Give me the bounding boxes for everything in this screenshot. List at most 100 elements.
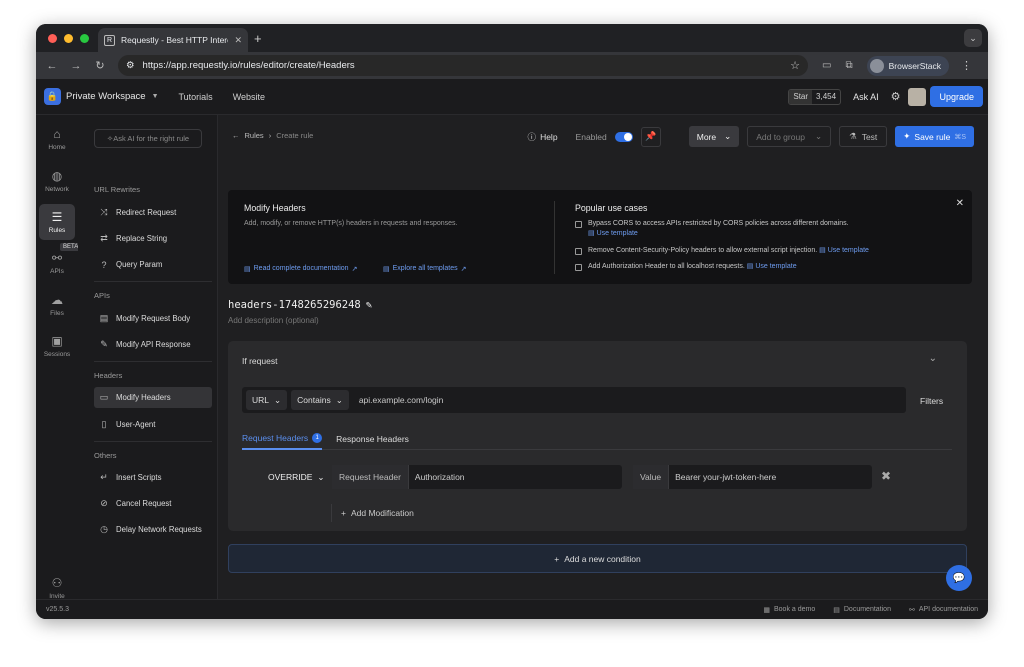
sidebar-item-query-param[interactable]: ? Query Param <box>94 254 212 275</box>
settings-gear-icon[interactable]: ⚙ <box>891 90 901 103</box>
app-footer: v25.5.3 ▦ Book a demo ▤ Documentation ⚯ API… <box>36 599 988 619</box>
breadcrumb-separator-icon: › <box>268 131 272 140</box>
upgrade-button[interactable]: Upgrade <box>930 86 983 107</box>
close-window-button[interactable] <box>48 34 57 43</box>
operator-select[interactable]: Contains ⌄ <box>291 390 349 410</box>
read-documentation-link[interactable]: ▤ Read complete documentation ↗ <box>244 265 357 273</box>
rail-item-rules[interactable]: ☰ Rules <box>39 204 75 240</box>
rail-item-files[interactable]: ☁ Files <box>39 287 75 323</box>
edit-pencil-icon[interactable]: ✎ <box>366 299 372 311</box>
documentation-link[interactable]: ▤ Documentation <box>833 606 891 614</box>
back-arrow-icon[interactable]: ← <box>232 131 240 140</box>
rail-item-home[interactable]: ⌂ Home <box>39 121 75 157</box>
tab-request-headers[interactable]: Request Headers 1 <box>242 427 323 450</box>
browser-tab[interactable]: R Requestly - Best HTTP Interc ✕ <box>98 28 248 52</box>
maximize-window-button[interactable] <box>80 34 89 43</box>
pin-icon[interactable]: 📌 <box>640 126 661 147</box>
rail-item-network[interactable]: ◍ Network <box>39 163 75 199</box>
sidebar-item-label: Cancel Request <box>116 499 172 508</box>
collapse-chevron-icon[interactable]: ⌄ <box>929 353 937 364</box>
close-tab-icon[interactable]: ✕ <box>234 35 242 46</box>
plus-icon: + <box>554 553 560 564</box>
action-value: OVERRIDE <box>268 472 313 482</box>
use-template-link[interactable]: ▤ Use template <box>588 230 638 237</box>
sidebar-item-redirect-request[interactable]: ⤨ Redirect Request <box>94 202 212 223</box>
source-value-input[interactable]: api.example.com/login <box>359 395 444 405</box>
source-type-select[interactable]: URL ⌄ <box>246 390 288 410</box>
help-label: Help <box>540 131 558 142</box>
book-demo-link[interactable]: ▦ Book a demo <box>763 606 815 614</box>
rule-description-input[interactable]: Add description (optional) <box>228 316 319 325</box>
cast-icon[interactable]: ▭ <box>822 60 831 71</box>
browser-menu-icon[interactable]: ⋮ <box>961 59 972 72</box>
sidebar-item-modify-api-response[interactable]: ✎ Modify API Response <box>94 334 212 355</box>
github-star-button[interactable]: Star 3,454 <box>788 88 842 105</box>
tab-response-headers[interactable]: Response Headers <box>336 427 409 450</box>
banner-description: Add, modify, or remove HTTP(s) headers i… <box>244 220 458 227</box>
test-button[interactable]: ⚗ Test <box>839 126 888 147</box>
sidebar-item-modify-request-body[interactable]: ▤ Modify Request Body <box>94 308 212 329</box>
more-button[interactable]: More ⌄ <box>688 126 740 147</box>
rule-name[interactable]: headers-1748265296248 ✎ <box>228 299 372 311</box>
breadcrumb-rules[interactable]: Rules <box>245 131 264 140</box>
profile-button[interactable]: BrowserStack <box>866 55 950 76</box>
header-modification-row: OVERRIDE ⌄ Request Header Authorization V… <box>228 465 967 491</box>
sidebar-item-cancel-request[interactable]: ⊘ Cancel Request <box>94 493 212 514</box>
back-icon[interactable]: ← <box>40 60 64 72</box>
forward-icon[interactable]: → <box>64 60 88 72</box>
site-settings-icon[interactable]: ⚙ <box>126 60 135 71</box>
tutorials-link[interactable]: Tutorials <box>179 92 213 102</box>
source-type-value: URL <box>252 395 270 405</box>
workspace-selector[interactable]: Private Workspace <box>66 91 146 102</box>
ask-ai-rule-search[interactable]: ✧ Ask AI for the right rule <box>94 129 202 148</box>
tab-search-icon[interactable]: ⌄ <box>964 29 982 47</box>
footer-link-label: Book a demo <box>774 606 816 613</box>
explore-templates-link[interactable]: ▤ Explore all templates ↗ <box>383 265 466 273</box>
enabled-toggle[interactable] <box>614 131 633 142</box>
add-condition-button[interactable]: + Add a new condition <box>228 544 967 573</box>
chat-support-icon[interactable]: 💬 <box>946 565 972 591</box>
add-modification-button[interactable]: + Add Modification <box>331 504 414 522</box>
header-name-input[interactable]: Request Header Authorization <box>332 465 622 489</box>
help-button[interactable]: ⓘ Help <box>528 131 558 143</box>
url-input[interactable]: ⚙ https://app.requestly.io/rules/editor/… <box>118 55 808 76</box>
checkbox-icon <box>575 248 582 255</box>
save-rule-button[interactable]: ✦ Save rule ⌘S <box>895 126 974 147</box>
new-tab-icon[interactable]: + <box>254 31 262 46</box>
filters-button[interactable]: Filters <box>920 396 943 406</box>
save-label: Save rule <box>914 131 951 142</box>
chevron-down-icon[interactable]: ▼ <box>152 93 159 100</box>
pencil-icon: ✎ <box>100 339 108 349</box>
rail-label: Sessions <box>43 351 71 358</box>
api-documentation-link[interactable]: ⚯ API documentation <box>909 606 978 614</box>
sidebar-item-insert-scripts[interactable]: ↵ Insert Scripts <box>94 467 212 488</box>
reload-icon[interactable]: ↻ <box>88 59 112 72</box>
extensions-icon[interactable]: ⧉ <box>845 60 852 71</box>
minimize-window-button[interactable] <box>64 34 73 43</box>
delete-modification-icon[interactable]: ✖ <box>881 469 891 483</box>
sidebar-item-user-agent[interactable]: ▯ User-Agent <box>94 414 212 435</box>
website-link[interactable]: Website <box>233 92 265 102</box>
bookmark-star-icon[interactable]: ☆ <box>790 59 800 72</box>
tab-title: Requestly - Best HTTP Interc <box>121 35 229 45</box>
use-template-link[interactable]: ▤ Use template <box>819 247 869 254</box>
section-title: URL Rewrites <box>94 185 140 194</box>
close-icon[interactable]: ✕ <box>956 198 964 209</box>
app-version: v25.5.3 <box>46 606 69 613</box>
action-select[interactable]: OVERRIDE ⌄ <box>268 472 325 483</box>
sidebar-item-label: Delay Network Requests <box>116 525 202 534</box>
rail-item-apis[interactable]: ⚯ APIs <box>39 245 75 281</box>
sidebar-item-delay-network-requests[interactable]: ◷ Delay Network Requests <box>94 519 212 540</box>
left-rail: ⌂ Home ◍ Network ☰ Rules BETA ⚯ APIs ☁ F… <box>36 115 82 600</box>
add-to-group-select[interactable]: Add to group ⌄ <box>747 126 832 147</box>
sparkle-icon: ✦ <box>903 131 911 141</box>
use-template-label: Use template <box>755 263 797 270</box>
banner-divider <box>554 201 555 274</box>
ask-ai-button[interactable]: Ask AI <box>853 92 879 102</box>
use-template-link[interactable]: ▤ Use template <box>747 263 797 270</box>
sidebar-item-modify-headers[interactable]: ▭ Modify Headers <box>94 387 212 408</box>
rail-item-sessions[interactable]: ▣ Sessions <box>39 328 75 364</box>
user-avatar[interactable] <box>908 87 927 106</box>
sidebar-item-replace-string[interactable]: ⇄ Replace String <box>94 228 212 249</box>
header-value-input[interactable]: Value Bearer your-jwt-token-here <box>633 465 872 489</box>
